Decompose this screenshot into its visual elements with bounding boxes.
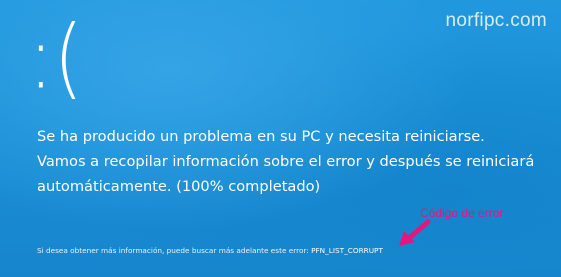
error-info-prefix: Si desea obtener más información, puede … <box>37 246 312 255</box>
stop-code: PFN_LIST_CORRUPT <box>311 246 383 255</box>
message-line-2: Vamos a recopilar información sobre el e… <box>37 153 535 170</box>
message-line-3: automáticamente. (100% completado) <box>37 178 321 195</box>
bsod-screen: norfipc.com :( Se ha producido un proble… <box>0 0 561 277</box>
error-message: Se ha producido un problema en su PC y n… <box>37 124 557 199</box>
sad-face-emoticon: :( <box>28 5 84 109</box>
message-line-1: Se ha producido un problema en su PC y n… <box>37 128 485 145</box>
error-code-annotation: Código de error <box>420 206 504 220</box>
error-info-line: Si desea obtener más información, puede … <box>37 246 383 255</box>
site-watermark: norfipc.com <box>445 10 547 31</box>
arrow-icon <box>399 219 431 246</box>
